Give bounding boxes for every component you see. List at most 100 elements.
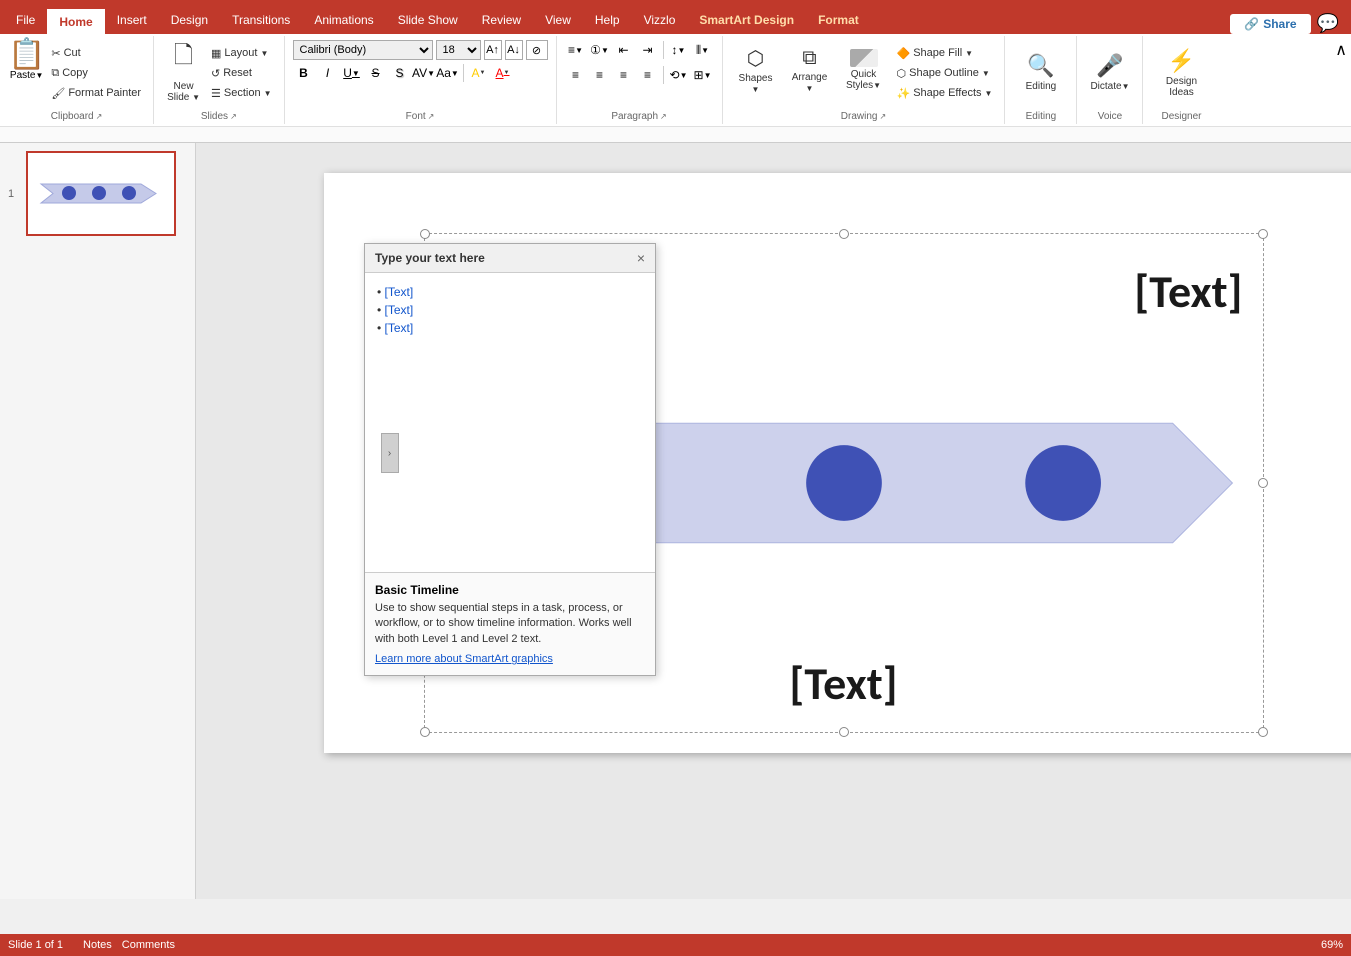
- line-spacing-button[interactable]: ↕▼: [668, 40, 690, 60]
- strikethrough-button[interactable]: S: [365, 63, 387, 83]
- collapse-ribbon-button[interactable]: ∧: [1331, 36, 1351, 124]
- designer-label: Designer: [1161, 109, 1201, 124]
- justify-button[interactable]: ≡: [637, 65, 659, 85]
- shape-outline-button[interactable]: ⬡ Shape Outline▼: [893, 64, 997, 82]
- handle-tl: [420, 229, 430, 239]
- editing-button[interactable]: 🔍 Editing: [1013, 45, 1068, 100]
- share-button[interactable]: 🔗 Share: [1230, 14, 1310, 34]
- footer-title: Basic Timeline: [375, 583, 645, 597]
- underline-button[interactable]: U▼: [341, 63, 363, 83]
- font-label: Font ↗: [406, 109, 435, 124]
- collapse-icon: ∧: [1335, 42, 1347, 59]
- text-label-3[interactable]: [Text]: [789, 656, 897, 712]
- char-spacing-button[interactable]: AV▼: [413, 63, 435, 83]
- text-highlight-button[interactable]: A▼: [468, 63, 490, 83]
- learn-more-link[interactable]: Learn more about SmartArt graphics: [375, 653, 553, 665]
- clipboard-expand-icon[interactable]: ↗: [96, 112, 103, 121]
- paste-label: Paste ▼: [10, 70, 44, 81]
- tab-insert[interactable]: Insert: [105, 6, 159, 34]
- font-name-select[interactable]: Calibri (Body): [293, 40, 433, 60]
- new-slide-button[interactable]: 🗋 NewSlide ▼: [162, 40, 205, 100]
- shapes-button[interactable]: ⬡ Shapes▼: [731, 40, 781, 100]
- tab-animations[interactable]: Animations: [302, 6, 385, 34]
- tab-home[interactable]: Home: [47, 6, 104, 34]
- bullet-item-3[interactable]: [Text]: [377, 321, 643, 335]
- tab-vizzlo[interactable]: Vizzlo: [632, 6, 688, 34]
- canvas-area: Type your text here × [Text] [Text] [Tex…: [196, 143, 1351, 899]
- font-sep: [463, 64, 464, 82]
- tab-review[interactable]: Review: [470, 6, 533, 34]
- layout-icon: ▦: [211, 47, 221, 60]
- smartart-text-pane: Type your text here × [Text] [Text] [Tex…: [364, 243, 656, 676]
- pane-content: [Text] [Text] [Text]: [365, 273, 655, 573]
- drawing-expand-icon[interactable]: ↗: [879, 112, 886, 121]
- tab-smartart[interactable]: SmartArt Design: [687, 6, 806, 34]
- text-direction-button[interactable]: ⟲▼: [668, 65, 690, 85]
- tab-view[interactable]: View: [533, 6, 583, 34]
- font-expand-icon[interactable]: ↗: [428, 112, 435, 121]
- section-button[interactable]: ☰ Section▼: [207, 84, 276, 102]
- reset-button[interactable]: ↺ Reset: [207, 64, 276, 82]
- tab-transitions[interactable]: Transitions: [220, 6, 302, 34]
- bold-button[interactable]: B: [293, 63, 315, 83]
- slide-thumbnail-1[interactable]: 1: [26, 151, 187, 236]
- copy-button[interactable]: ⧉ Copy: [47, 64, 145, 82]
- shapes-icon: ⬡: [747, 46, 764, 71]
- increase-indent-button[interactable]: ⇥: [637, 40, 659, 60]
- quick-styles-button[interactable]: QuickStyles▼: [839, 40, 889, 100]
- handle-tm: [839, 229, 849, 239]
- numbering-button[interactable]: ①▼: [589, 40, 611, 60]
- text-label-2[interactable]: [Text]: [1134, 264, 1242, 320]
- comments-button[interactable]: Comments: [122, 939, 175, 951]
- decrease-indent-button[interactable]: ⇤: [613, 40, 635, 60]
- status-bar: Slide 1 of 1 Notes Comments 69%: [0, 934, 1351, 956]
- tab-format[interactable]: Format: [806, 6, 871, 34]
- font-increase-button[interactable]: A↑: [484, 40, 502, 60]
- clear-format-button[interactable]: ⊘: [526, 40, 548, 60]
- cut-button[interactable]: ✂ Cut: [47, 44, 145, 62]
- bullets-button[interactable]: ≡▼: [565, 40, 587, 60]
- collapse-pane-button[interactable]: ›: [381, 433, 399, 473]
- columns-button[interactable]: ⫴▼: [692, 40, 714, 60]
- format-painter-button[interactable]: 🖌 Format Painter: [47, 84, 145, 102]
- para-sep2: [663, 66, 664, 84]
- shadow-button[interactable]: S: [389, 63, 411, 83]
- align-left-button[interactable]: ≡: [565, 65, 587, 85]
- shape-effects-button[interactable]: ✨ Shape Effects▼: [893, 84, 997, 102]
- tab-design[interactable]: Design: [159, 6, 220, 34]
- font-decrease-button[interactable]: A↓: [505, 40, 523, 60]
- design-ideas-button[interactable]: ⚡ DesignIdeas: [1151, 45, 1211, 100]
- comment-icon[interactable]: 💬: [1317, 13, 1339, 34]
- handle-bl: [420, 727, 430, 737]
- shape-fill-button[interactable]: 🔶 Shape Fill▼: [893, 44, 997, 62]
- dictate-button[interactable]: 🎤 Dictate▼: [1085, 45, 1134, 100]
- voice-group: 🎤 Dictate▼ Voice: [1077, 36, 1143, 124]
- italic-button[interactable]: I: [317, 63, 339, 83]
- tab-help[interactable]: Help: [583, 6, 632, 34]
- handle-bm: [839, 727, 849, 737]
- paragraph-expand-icon[interactable]: ↗: [660, 112, 667, 121]
- align-center-button[interactable]: ≡: [589, 65, 611, 85]
- zoom-level[interactable]: 69%: [1321, 939, 1343, 951]
- bullet-item-1[interactable]: [Text]: [377, 285, 643, 299]
- paste-button[interactable]: 📋 Paste ▼: [8, 40, 45, 81]
- share-icon: 🔗: [1244, 17, 1259, 31]
- font-color-button[interactable]: A▼: [492, 63, 514, 83]
- convert-to-smartart-button[interactable]: ⊞▼: [692, 65, 714, 85]
- change-case-button[interactable]: Aa▼: [437, 63, 459, 83]
- editing-icon: 🔍: [1027, 53, 1054, 79]
- font-size-select[interactable]: 18: [436, 40, 481, 60]
- bullet-item-2[interactable]: [Text]: [377, 303, 643, 317]
- pane-close-button[interactable]: ×: [637, 250, 645, 266]
- layout-button[interactable]: ▦ Layout▼: [207, 44, 276, 62]
- slides-expand-icon[interactable]: ↗: [230, 112, 237, 121]
- dictate-icon: 🎤: [1096, 53, 1123, 79]
- notes-button[interactable]: Notes: [83, 939, 112, 951]
- pane-title: Type your text here: [375, 251, 485, 265]
- slide-thumb-svg: [31, 156, 171, 231]
- tab-slideshow[interactable]: Slide Show: [386, 6, 470, 34]
- slide-thumb-inner: [26, 151, 176, 236]
- arrange-button[interactable]: ⧉ Arrange▼: [785, 40, 835, 100]
- tab-file[interactable]: File: [4, 6, 47, 34]
- align-right-button[interactable]: ≡: [613, 65, 635, 85]
